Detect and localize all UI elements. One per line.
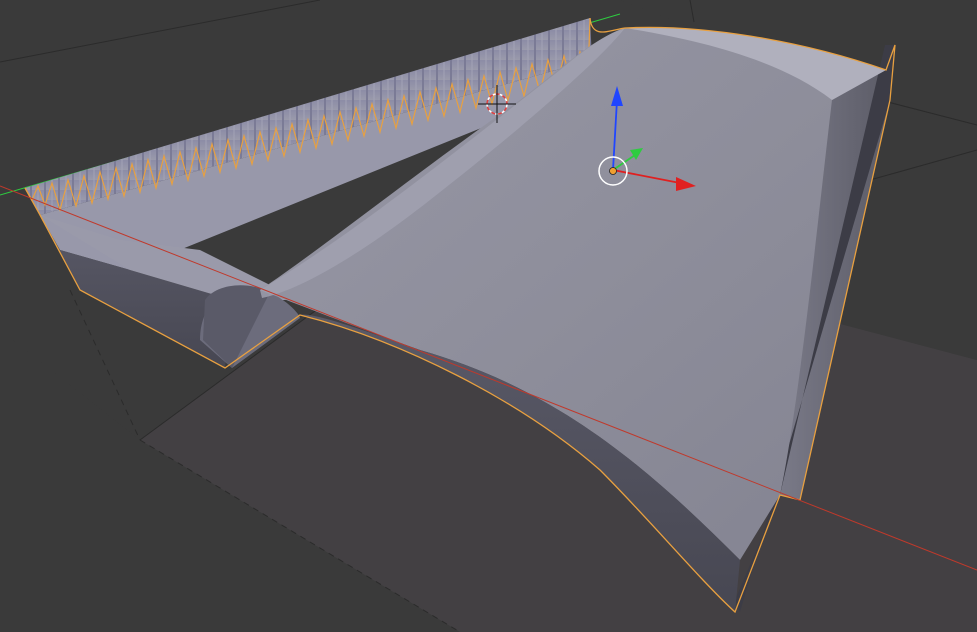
object-origin-icon — [609, 167, 617, 175]
3d-viewport[interactable] — [0, 0, 977, 632]
